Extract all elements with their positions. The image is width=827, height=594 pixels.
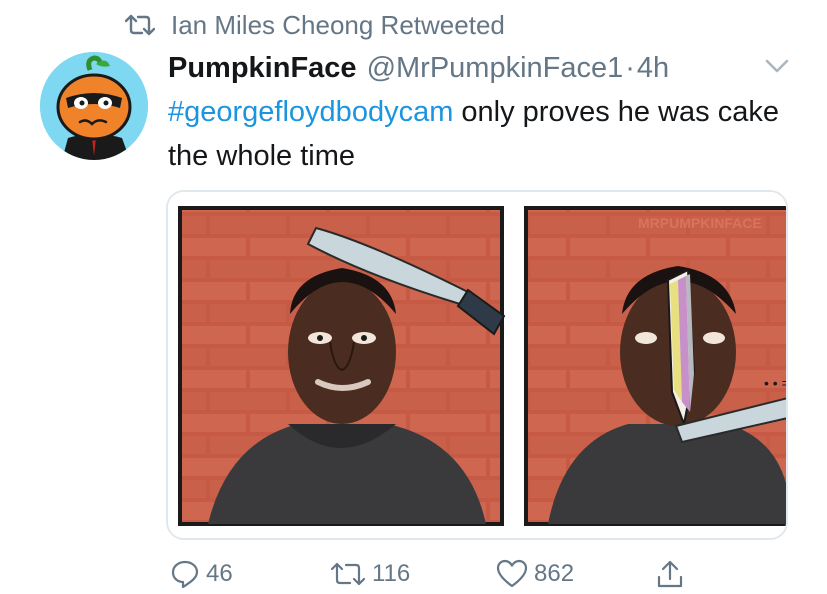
like-button[interactable]: 862: [496, 558, 574, 590]
separator-dot: ·: [625, 51, 635, 84]
svg-text:• • =: • • =: [764, 375, 786, 391]
reply-icon: [171, 560, 199, 589]
chevron-down-icon[interactable]: [764, 56, 790, 76]
retweet-action-icon: [330, 562, 366, 586]
comic-panel-right: MRPUMPKINFACE • • =: [524, 206, 786, 526]
retweet-label: Ian Miles Cheong Retweeted: [171, 9, 505, 40]
share-icon: [657, 560, 683, 588]
display-name[interactable]: PumpkinFace: [168, 52, 357, 85]
hashtag-link[interactable]: #georgefloydbodycam: [168, 96, 453, 128]
tweet-actions: 46 116 862: [0, 558, 827, 594]
timestamp[interactable]: 4h: [637, 52, 669, 85]
heart-icon: [496, 559, 528, 588]
retweet-button[interactable]: 116: [330, 558, 410, 590]
user-handle[interactable]: @MrPumpkinFace1: [367, 52, 624, 85]
pumpkin-avatar-image: [40, 52, 148, 160]
watermark-text: MRPUMPKINFACE: [638, 215, 762, 231]
retweet-icon: [125, 14, 155, 36]
retweet-context[interactable]: Ian Miles Cheong Retweeted: [125, 8, 505, 42]
reply-button[interactable]: 46: [170, 558, 233, 590]
retweet-count: 116: [372, 560, 411, 587]
reply-count: 46: [206, 560, 233, 587]
share-button[interactable]: [655, 558, 691, 590]
tweet-media-image[interactable]: MRPUMPKINFACE • • =: [166, 190, 788, 540]
comic-image: MRPUMPKINFACE • • =: [168, 192, 786, 538]
tweet-text: #georgefloydbodycam only proves he was c…: [168, 90, 808, 178]
tweet-header: PumpkinFace @MrPumpkinFace1 · 4h: [168, 48, 669, 88]
comic-panel-left: [178, 206, 506, 526]
like-count: 862: [534, 560, 575, 587]
avatar[interactable]: [40, 52, 148, 160]
